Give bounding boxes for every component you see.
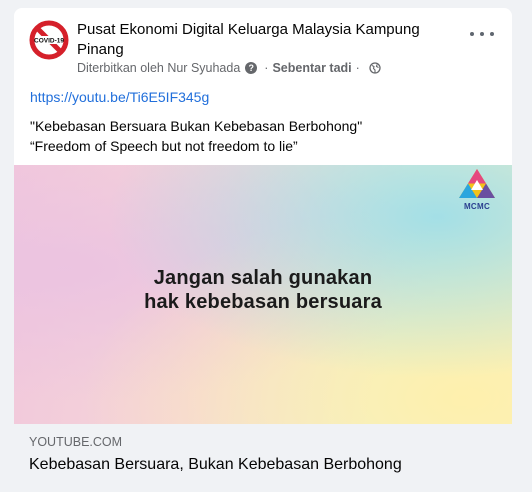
mcmc-logo-icon	[459, 169, 495, 198]
page-name-link[interactable]: Pusat Ekonomi Digital Keluarga Malaysia …	[77, 20, 467, 60]
preview-domain: YOUTUBE.COM	[29, 435, 123, 449]
video-thumbnail[interactable]: MCMC Jangan salah gunakan hak kebebasan …	[14, 165, 512, 424]
post-text-line-1: "Kebebasan Bersuara Bukan Kebebasan Berb…	[30, 118, 363, 134]
post-card: COVID-19 Pusat Ekonomi Digital Keluarga …	[14, 8, 512, 492]
preview-title[interactable]: Kebebasan Bersuara, Bukan Kebebasan Berb…	[29, 456, 402, 474]
mcmc-logo-text: MCMC	[463, 202, 491, 211]
thumbnail-caption-line-1: Jangan salah gunakan	[153, 267, 373, 289]
post-header: COVID-19 Pusat Ekonomi Digital Keluarga …	[14, 8, 512, 88]
post-meta: Diterbitkan oleh Nur Syuhada ? · Sebenta…	[77, 61, 381, 75]
thumbnail-caption: Jangan salah gunakan hak kebebasan bersu…	[14, 266, 512, 314]
more-dot	[470, 32, 474, 36]
avatar-label: COVID-19	[34, 38, 64, 45]
youtube-link[interactable]: https://youtu.be/Ti6E5IF345g	[30, 87, 362, 107]
covid-no-entry-icon: COVID-19	[28, 19, 70, 61]
post-body: https://youtu.be/Ti6E5IF345g "Kebebasan …	[30, 87, 362, 156]
help-icon[interactable]: ?	[245, 62, 258, 74]
more-options-button[interactable]	[470, 28, 494, 40]
meta-separator: ·	[355, 61, 360, 75]
post-text-line-2: “Freedom of Speech but not freedom to li…	[30, 138, 298, 154]
thumbnail-caption-line-2: hak kebebasan bersuara	[144, 291, 382, 313]
more-dot	[480, 32, 484, 36]
post-timestamp[interactable]: Sebentar tadi	[272, 61, 351, 75]
published-by[interactable]: Diterbitkan oleh Nur Syuhada	[77, 61, 240, 75]
more-dot	[490, 32, 494, 36]
link-preview[interactable]: YOUTUBE.COM Kebebasan Bersuara, Bukan Ke…	[14, 424, 512, 492]
mcmc-logo: MCMC	[456, 167, 498, 211]
globe-icon[interactable]	[369, 62, 381, 74]
meta-separator: ·	[264, 61, 269, 75]
avatar[interactable]: COVID-19	[28, 19, 70, 61]
